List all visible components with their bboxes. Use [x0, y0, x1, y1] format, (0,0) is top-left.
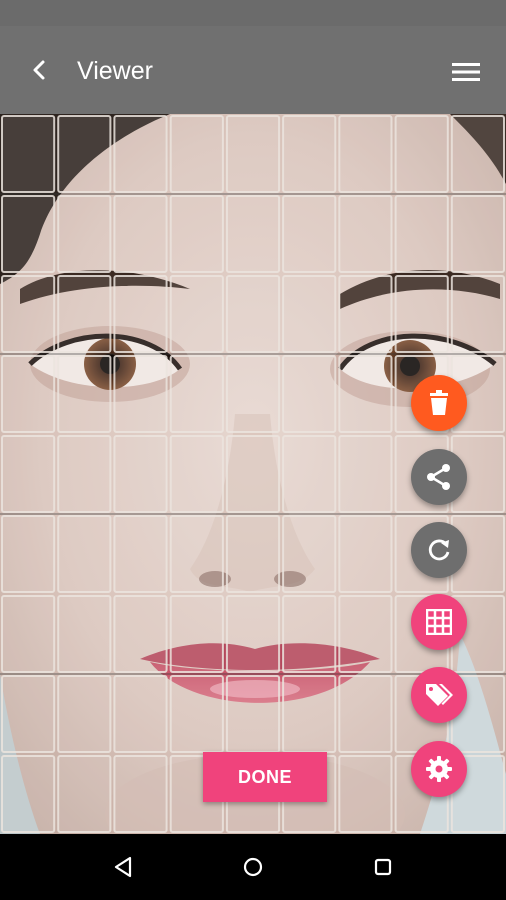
- grid-cell: [282, 275, 337, 353]
- grid-cell: [225, 195, 281, 273]
- trash-icon: [430, 390, 448, 415]
- delete-button[interactable]: [411, 375, 467, 431]
- grid-cell: [394, 115, 449, 193]
- grid-cell: [169, 595, 224, 673]
- grid-cell: [282, 195, 337, 273]
- grid-cell: [338, 675, 393, 753]
- menu-button[interactable]: [448, 54, 484, 90]
- circle-home-icon: [243, 857, 263, 877]
- nav-recents-button[interactable]: [368, 852, 398, 882]
- grid-cell: [225, 595, 281, 673]
- status-bar: [0, 0, 506, 26]
- grid-cell: [450, 275, 505, 353]
- nav-back-button[interactable]: [108, 852, 138, 882]
- grid-cell: [57, 435, 112, 513]
- grid-cell: [57, 595, 112, 673]
- rotate-button[interactable]: [411, 522, 467, 578]
- grid-cell: [338, 755, 393, 833]
- grid-cell: [1, 195, 56, 273]
- tag-icon: [426, 684, 453, 706]
- page-title: Viewer: [77, 57, 153, 85]
- grid-cell: [338, 595, 393, 673]
- nav-home-button[interactable]: [238, 852, 268, 882]
- grid-cell: [282, 675, 337, 753]
- grid-cell: [113, 115, 168, 193]
- grid-cell: [57, 675, 112, 753]
- grid-cell: [1, 595, 56, 673]
- grid-cell: [113, 515, 168, 593]
- app-bar: Viewer: [0, 26, 506, 114]
- triangle-back-icon: [114, 856, 132, 878]
- grid-cell: [113, 675, 168, 753]
- grid-cell: [338, 115, 393, 193]
- grid-cell: [169, 435, 224, 513]
- grid-cell: [282, 515, 337, 593]
- grid-cell: [394, 195, 449, 273]
- grid-cell: [57, 355, 112, 433]
- refresh-icon: [428, 539, 450, 561]
- grid-cell: [225, 435, 281, 513]
- grid-cell: [282, 435, 337, 513]
- grid-cell: [1, 515, 56, 593]
- grid-cell: [338, 515, 393, 593]
- grid-cell: [57, 275, 112, 353]
- chevron-left-icon: [33, 60, 45, 80]
- grid-cell: [169, 275, 224, 353]
- grid-cell: [338, 435, 393, 513]
- grid-cell: [225, 115, 281, 193]
- grid-cell: [57, 755, 112, 833]
- grid-cell: [169, 115, 224, 193]
- grid-cell: [338, 355, 393, 433]
- grid-cell: [113, 195, 168, 273]
- grid-cell: [1, 675, 56, 753]
- grid-button[interactable]: [411, 594, 467, 650]
- grid-cell: [57, 115, 112, 193]
- grid-cell: [169, 515, 224, 593]
- grid-cell: [394, 275, 449, 353]
- grid-cell: [113, 595, 168, 673]
- grid-cell: [450, 195, 505, 273]
- back-button[interactable]: [22, 52, 58, 88]
- grid-icon: [426, 609, 452, 635]
- gear-icon: [426, 756, 452, 782]
- grid-cell: [1, 355, 56, 433]
- grid-cell: [113, 435, 168, 513]
- grid-cell: [1, 435, 56, 513]
- grid-cell: [282, 115, 337, 193]
- done-button[interactable]: DONE: [203, 752, 327, 802]
- grid-cell: [225, 515, 281, 593]
- square-recents-icon: [374, 858, 392, 876]
- grid-cell: [169, 355, 224, 433]
- grid-cell: [113, 275, 168, 353]
- hamburger-menu-icon: [452, 63, 480, 81]
- grid-cell: [1, 275, 56, 353]
- grid-cell: [1, 115, 56, 193]
- settings-button[interactable]: [411, 741, 467, 797]
- grid-cell: [1, 755, 56, 833]
- grid-cell: [225, 355, 281, 433]
- grid-cell: [57, 515, 112, 593]
- grid-cell: [225, 675, 281, 753]
- share-icon: [427, 464, 450, 490]
- tag-button[interactable]: [411, 667, 467, 723]
- grid-cell: [338, 275, 393, 353]
- grid-cell: [169, 675, 224, 753]
- share-button[interactable]: [411, 449, 467, 505]
- grid-cell: [450, 115, 505, 193]
- grid-cell: [282, 355, 337, 433]
- grid-cell: [113, 755, 168, 833]
- system-nav-bar: [0, 834, 506, 900]
- grid-cell: [169, 195, 224, 273]
- grid-cell: [225, 275, 281, 353]
- grid-cell: [113, 355, 168, 433]
- grid-cell: [282, 595, 337, 673]
- grid-cell: [57, 195, 112, 273]
- grid-cell: [338, 195, 393, 273]
